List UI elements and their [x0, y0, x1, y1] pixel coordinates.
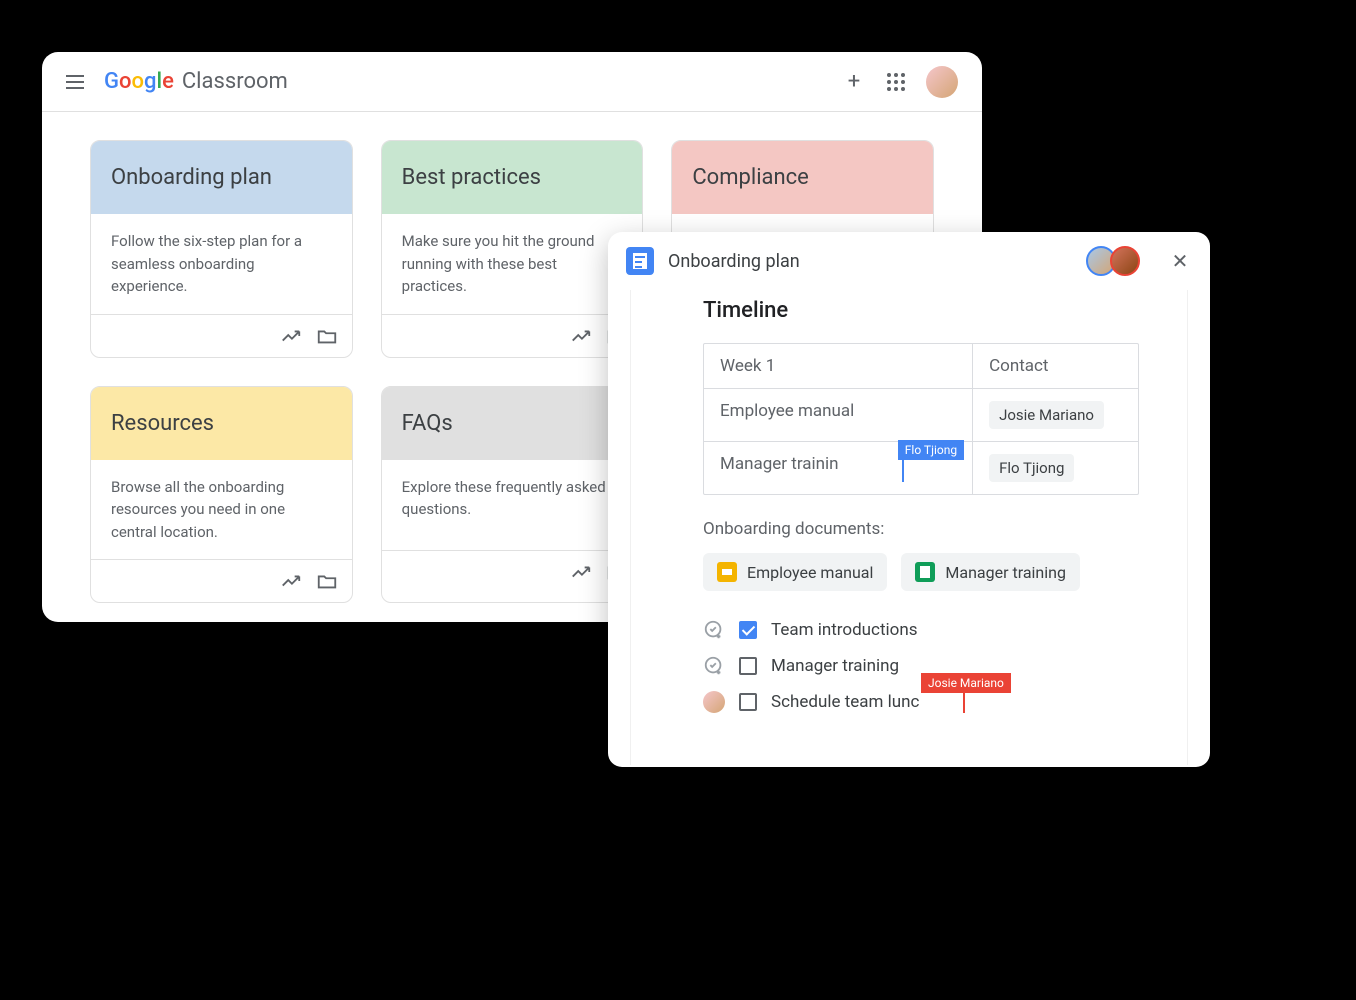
card-footer: [91, 559, 352, 602]
table-row: Manager trainin Flo Tjiong Flo Tjiong: [704, 442, 1138, 494]
apps-icon[interactable]: [884, 70, 908, 94]
checkbox[interactable]: [739, 693, 757, 711]
card-title: Resources: [91, 387, 352, 460]
contact-chip[interactable]: Josie Mariano: [989, 401, 1104, 429]
trending-icon[interactable]: [280, 570, 302, 592]
card-title: Compliance: [672, 141, 933, 214]
collab-cursor-label: Josie Mariano: [921, 673, 1011, 693]
slides-icon: [717, 562, 737, 582]
docs-title[interactable]: Onboarding plan: [668, 251, 1078, 272]
timeline-table: Week 1 Contact Employee manual Josie Mar…: [703, 343, 1139, 495]
card-desc: Browse all the onboarding resources you …: [91, 460, 352, 560]
checklist-label[interactable]: Manager training: [771, 656, 899, 676]
class-card-onboarding[interactable]: Onboarding plan Follow the six-step plan…: [90, 140, 353, 358]
class-card-resources[interactable]: Resources Browse all the onboarding reso…: [90, 386, 353, 604]
attachment-chips: Employee manual Manager training: [703, 553, 1139, 591]
classroom-header: Google Classroom +: [42, 52, 982, 112]
card-desc: Make sure you hit the ground running wit…: [382, 214, 643, 314]
checkbox[interactable]: [739, 657, 757, 675]
app-title: Classroom: [182, 69, 288, 94]
table-header: Contact: [973, 344, 1138, 388]
table-header: Week 1: [704, 344, 973, 388]
trending-icon[interactable]: [570, 325, 592, 347]
docs-app-icon: [626, 247, 654, 275]
trending-icon[interactable]: [570, 561, 592, 583]
checklist-item: Team introductions: [703, 619, 1139, 641]
user-avatar[interactable]: [926, 66, 958, 98]
attachment-name: Employee manual: [747, 563, 873, 582]
checkbox[interactable]: [739, 621, 757, 639]
card-title: FAQs: [382, 387, 643, 460]
docs-header: Onboarding plan ✕: [608, 232, 1210, 290]
card-footer: [91, 314, 352, 357]
close-icon[interactable]: ✕: [1168, 249, 1192, 273]
card-title: Onboarding plan: [91, 141, 352, 214]
card-footer: [382, 314, 643, 357]
cell-text: Manager trainin: [720, 454, 839, 474]
table-cell[interactable]: Manager trainin Flo Tjiong: [704, 442, 973, 494]
add-check-icon[interactable]: [703, 619, 725, 641]
class-card-faqs[interactable]: FAQs Explore these frequently asked ques…: [381, 386, 644, 604]
trending-icon[interactable]: [280, 325, 302, 347]
docs-window: Onboarding plan ✕ Timeline Week 1 Contac…: [608, 232, 1210, 767]
collaborator-avatar[interactable]: [1110, 246, 1140, 276]
attachment-chip-sheets[interactable]: Manager training: [901, 553, 1080, 591]
checklist-item: Schedule team lunc Josie Mariano: [703, 691, 1139, 713]
collab-cursor: [963, 691, 965, 713]
table-cell[interactable]: Employee manual: [704, 389, 973, 441]
sheets-icon: [915, 562, 935, 582]
folder-icon[interactable]: [316, 325, 338, 347]
create-icon[interactable]: +: [842, 70, 866, 94]
table-cell[interactable]: Josie Mariano: [973, 389, 1138, 441]
add-check-icon[interactable]: [703, 655, 725, 677]
class-card-best-practices[interactable]: Best practices Make sure you hit the gro…: [381, 140, 644, 358]
attachment-chip-slides[interactable]: Employee manual: [703, 553, 887, 591]
doc-heading: Timeline: [703, 298, 1139, 323]
card-footer: [382, 550, 643, 593]
card-desc: Explore these frequently asked questions…: [382, 460, 643, 550]
docs-body[interactable]: Timeline Week 1 Contact Employee manual …: [630, 290, 1188, 765]
assignee-avatar[interactable]: [703, 691, 725, 713]
table-row: Employee manual Josie Mariano: [704, 389, 1138, 442]
card-title: Best practices: [382, 141, 643, 214]
collab-cursor-label: Flo Tjiong: [898, 440, 964, 460]
table-header-row: Week 1 Contact: [704, 344, 1138, 389]
collaborator-avatars: [1092, 246, 1140, 276]
checklist-label[interactable]: Team introductions: [771, 620, 918, 640]
section-label: Onboarding documents:: [703, 519, 1139, 539]
table-cell[interactable]: Flo Tjiong: [973, 442, 1138, 494]
contact-chip[interactable]: Flo Tjiong: [989, 454, 1074, 482]
menu-icon[interactable]: [66, 70, 90, 94]
google-logo: Google: [104, 69, 174, 94]
checklist-label[interactable]: Schedule team lunc: [771, 692, 919, 712]
folder-icon[interactable]: [316, 570, 338, 592]
card-desc: Follow the six-step plan for a seamless …: [91, 214, 352, 314]
checklist: Team introductions Manager training Sche…: [703, 619, 1139, 713]
attachment-name: Manager training: [945, 563, 1066, 582]
